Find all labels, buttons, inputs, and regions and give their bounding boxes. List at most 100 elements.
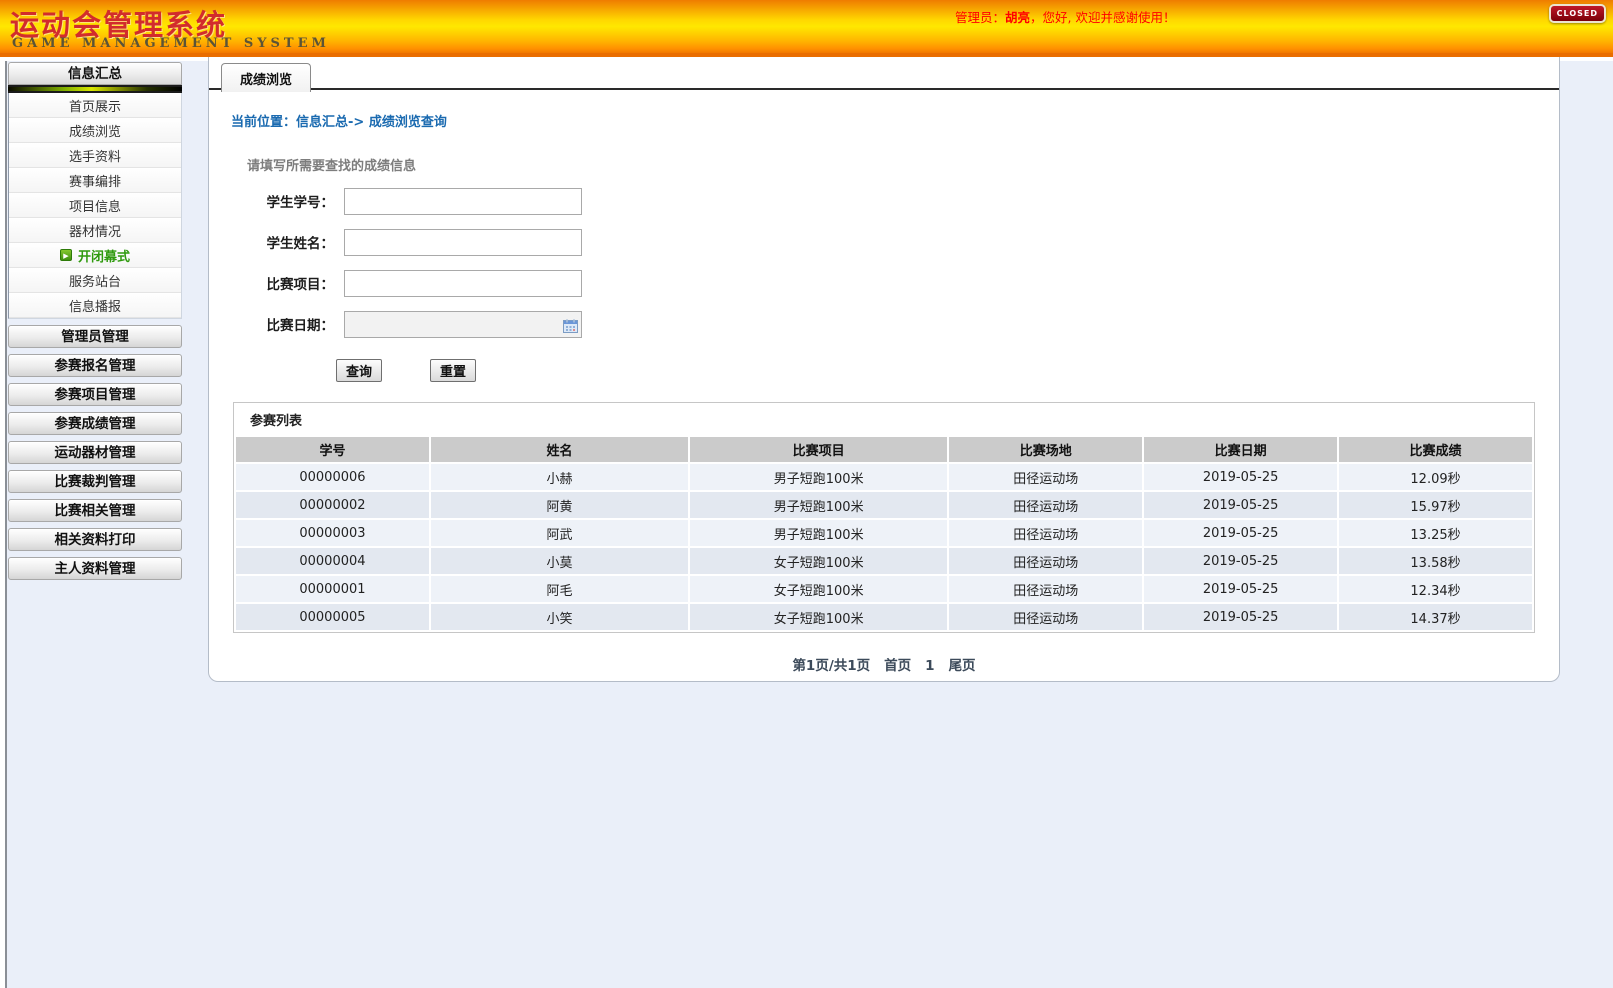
table-cell: 田径运动场 [949,576,1143,602]
table-cell: 00000006 [236,464,429,490]
sidebar-item-link[interactable]: 信息播报 [9,293,181,318]
table-cell: 田径运动场 [949,548,1143,574]
app-subtitle: GAME MANAGEMENT SYSTEM [12,36,330,51]
sidebar-item-link[interactable]: 选手资料 [9,143,181,168]
text-input[interactable] [344,228,582,256]
table-cell: 2019-05-25 [1144,604,1338,630]
sidebar-section-header[interactable]: 参赛报名管理 [8,354,182,377]
sidebar-item-label: 服务站台 [68,274,121,290]
field-input-wrap [344,228,582,256]
table-cell: 阿毛 [430,576,689,602]
table-header-cell: 姓名 [430,437,689,462]
result-table: 学号 姓名 比赛项目 比赛场地 比赛日期 比赛成绩 00000006 小赫 男子短跑100米田… [234,435,1534,632]
tab-bar: 成绩浏览 [209,57,1559,92]
form-field-row: 比赛日期： [254,310,1559,338]
table-cell: 2019-05-25 [1144,492,1338,518]
sidebar-item-link[interactable]: 赛事编排 [9,168,181,193]
table-cell: 小笑 [430,604,689,630]
app-header: 运动会管理系统 GAME MANAGEMENT SYSTEM 管理员：胡亮，您好… [0,0,1613,57]
sidebar-item-active[interactable]: ▶ 开闭幕式 [9,243,181,268]
table-row: 00000006 小赫 男子短跑100米 田径运动场 2019-05-25 12.09秒 [236,464,1532,490]
sidebar-section-header[interactable]: 参赛项目管理 [8,383,182,406]
breadcrumb: 当前位置：信息汇总-> 成绩浏览查询 [231,115,447,130]
table-header-cell: 比赛日期 [1144,437,1338,462]
sidebar-section-header[interactable]: 比赛裁判管理 [8,470,182,493]
tab-score-browse[interactable]: 成绩浏览 [221,63,312,92]
sidebar-item-link[interactable]: 首页展示 [9,93,181,118]
sidebar-item-label: 首页展示 [68,99,121,115]
admin-suffix: ，您好, 欢迎并感谢使用！ [1030,10,1176,25]
sidebar-section-header[interactable]: 运动器材管理 [8,441,182,464]
table-cell: 2019-05-25 [1144,464,1338,490]
table-cell: 14.37秒 [1339,604,1532,630]
date-input[interactable] [344,310,582,338]
form-field-row: 学生学号： [254,187,1559,215]
admin-name: 胡亮 [1005,10,1031,25]
table-cell: 阿黄 [430,492,689,518]
form-field-row: 学生姓名： [254,228,1559,256]
sidebar-item-label: 选手资料 [68,149,121,165]
table-cell: 女子短跑100米 [690,548,948,574]
table-cell: 12.34秒 [1339,576,1532,602]
table-cell: 00000005 [236,604,429,630]
table-cell: 小莫 [430,548,689,574]
table-row: 00000003 阿武 男子短跑100米 田径运动场 2019-05-25 13.25秒 [236,520,1532,546]
sidebar-item-label: 开闭幕式 [77,249,130,265]
table-cell: 00000004 [236,548,429,574]
table-header-cell: 比赛场地 [949,437,1143,462]
field-input-wrap [344,269,582,297]
text-input[interactable] [344,269,582,297]
field-input-wrap [344,310,582,338]
table-row: 00000004 小莫 女子短跑100米 田径运动场 2019-05-25 13.58秒 [236,548,1532,574]
table-cell: 00000002 [236,492,429,518]
table-cell: 2019-05-25 [1144,548,1338,574]
table-cell: 女子短跑100米 [690,604,948,630]
sidebar-item-link[interactable]: 服务站台 [9,268,181,293]
table-title: 参赛列表 [250,414,303,429]
sidebar-item-label: 信息播报 [68,299,121,315]
field-label: 学生姓名： [266,236,335,252]
sidebar-section-header[interactable]: 主人资料管理 [8,557,182,580]
table-cell: 阿武 [430,520,689,546]
sidebar-section-header[interactable]: 相关资料打印 [8,528,182,551]
table-header-cell: 学号 [236,437,429,462]
table-cell: 男子短跑100米 [690,464,948,490]
sidebar-section-title[interactable]: 信息汇总 [8,62,182,85]
table-cell: 00000001 [236,576,429,602]
result-table-box: 参赛列表 学号 姓名 比赛项目 比赛场地 比赛日期 比赛成绩 00000006 小赫 男子短跑… [233,402,1535,633]
sidebar-section-header[interactable]: 参赛成绩管理 [8,412,182,435]
sidebar-sections: 管理员管理参赛报名管理 参赛项目管理 参赛成绩管理 运动器材管理 比赛裁判管理 比赛相关管… [8,325,182,580]
table-cell: 男子短跑100米 [690,520,948,546]
table-header-cell: 比赛成绩 [1339,437,1532,462]
form-title: 请填写所需要查找的成绩信息 [247,159,417,174]
sidebar-separator [8,85,182,93]
sidebar-section-header[interactable]: 管理员管理 [8,325,182,348]
table-header-cell: 比赛项目 [690,437,948,462]
sidebar-item-link[interactable]: 成绩浏览 [9,118,181,143]
calendar-icon[interactable] [563,318,578,333]
reset-button[interactable]: 重置 [430,359,477,382]
table-cell: 2019-05-25 [1144,576,1338,602]
field-label: 比赛日期： [266,318,335,334]
current-page-link[interactable]: 1 [925,658,934,674]
sidebar-item-label: 项目信息 [68,199,121,215]
form-buttons: 查询 重置 [336,359,1559,382]
sidebar-section-header[interactable]: 比赛相关管理 [8,499,182,522]
text-input[interactable] [344,187,582,215]
last-page-link[interactable]: 尾页 [949,658,976,674]
sidebar-menu: 首页展示成绩浏览选手资料赛事编排项目信息器材情况 ▶ 开闭幕式服务站台信息播报 [8,93,182,319]
closed-button[interactable]: CLOSED [1548,4,1606,23]
table-cell: 男子短跑100米 [690,492,948,518]
sidebar-item-link[interactable]: 项目信息 [9,193,181,218]
green-arrow-icon: ▶ [59,249,72,261]
sidebar-item-link[interactable]: 器材情况 [9,218,181,243]
table-cell: 13.25秒 [1339,520,1532,546]
table-cell: 田径运动场 [949,604,1143,630]
query-button[interactable]: 查询 [336,359,383,382]
first-page-link[interactable]: 首页 [884,658,911,674]
table-cell: 田径运动场 [949,464,1143,490]
sidebar: 信息汇总 首页展示成绩浏览选手资料赛事编排项目信息器材情况 ▶ 开闭幕式服务站台信息… [8,62,182,580]
main-panel: 成绩浏览 当前位置：信息汇总-> 成绩浏览查询 请填写所需要查找的成绩信息 学生… [208,57,1560,682]
table-cell: 13.58秒 [1339,548,1532,574]
pagination: 第1页/共1页 首页 1 尾页 [209,654,1559,674]
